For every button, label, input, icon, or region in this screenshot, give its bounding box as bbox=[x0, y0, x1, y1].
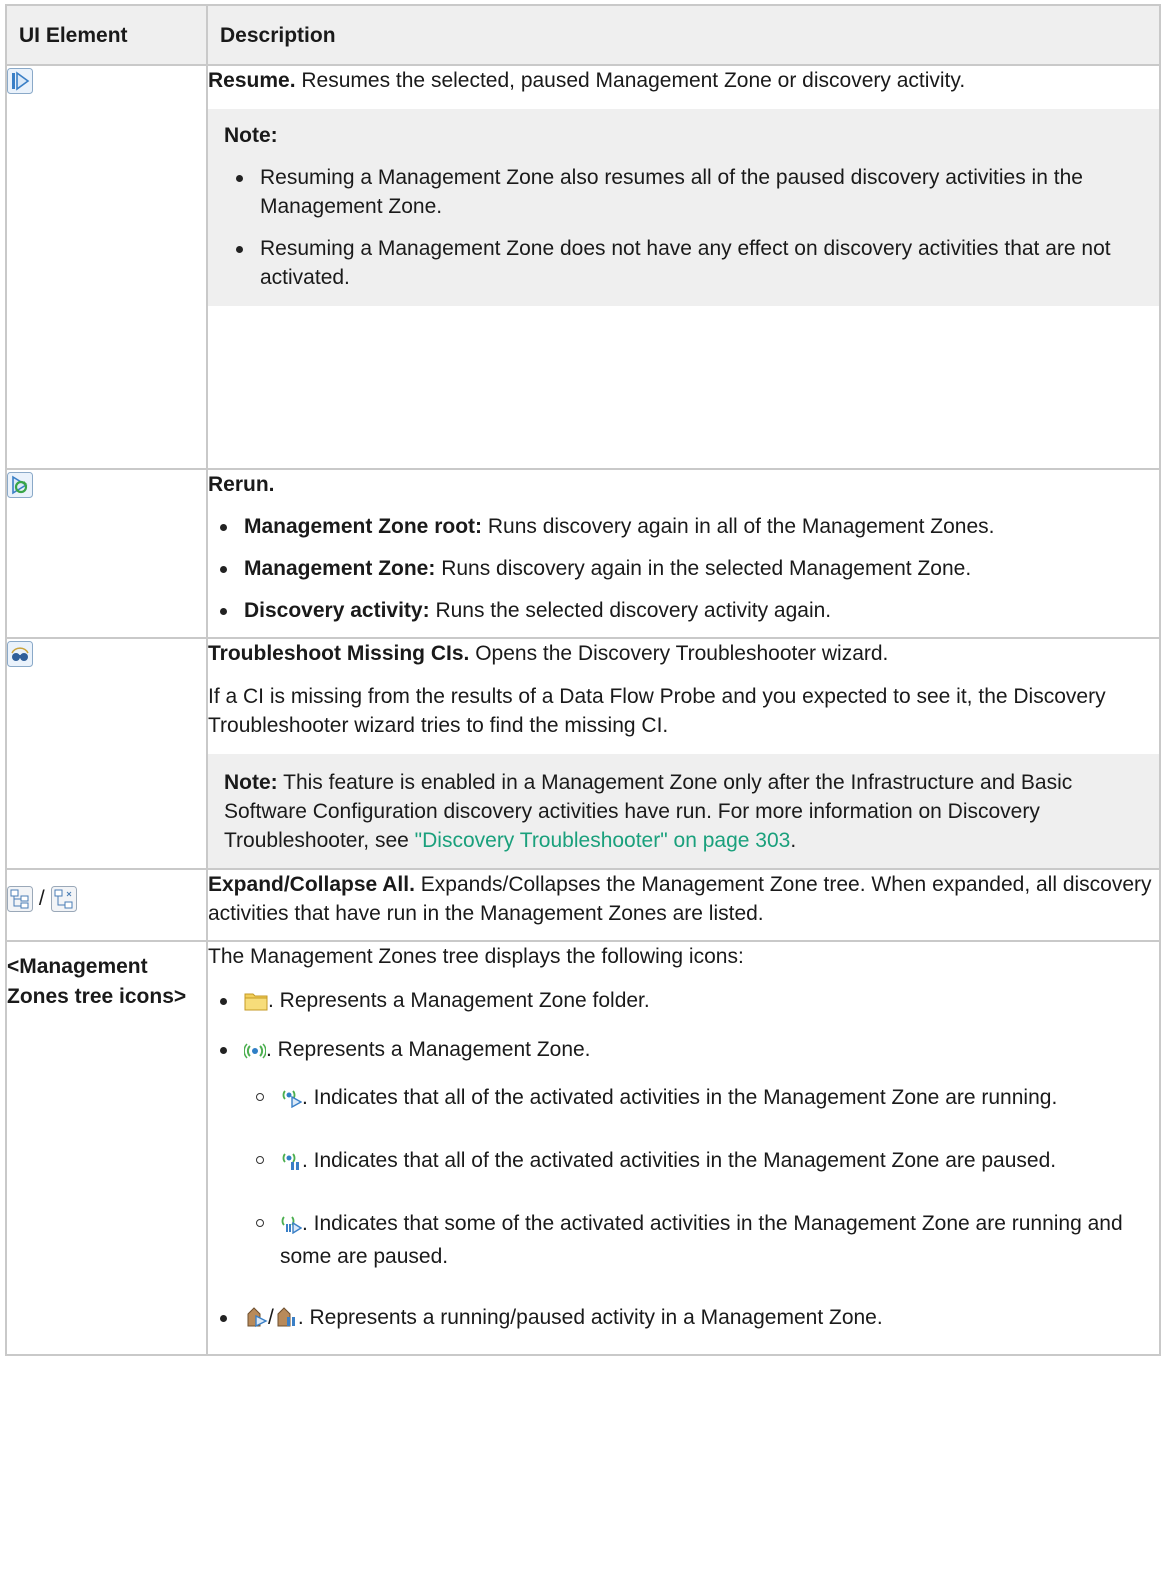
rerun-icon[interactable] bbox=[7, 472, 33, 499]
header-ui-element: UI Element bbox=[5, 4, 208, 66]
discovery-troubleshooter-link[interactable]: "Discovery Troubleshooter" on page 303 bbox=[415, 829, 791, 852]
list-item: . Indicates that some of the activated a… bbox=[244, 1209, 1159, 1271]
table-row-tree-icons: <Management Zones tree icons> The Manage… bbox=[5, 940, 1161, 1356]
list-item: . Represents a Management Zone. . Indica… bbox=[208, 1035, 1159, 1271]
list-item: Resuming a Management Zone also resumes … bbox=[224, 163, 1145, 221]
zone-mixed-icon bbox=[280, 1213, 303, 1242]
resume-description: Resume. Resumes the selected, paused Man… bbox=[208, 69, 966, 92]
zone-running-icon bbox=[280, 1087, 303, 1116]
table-row-rerun: Rerun. Management Zone root: Runs discov… bbox=[5, 468, 1161, 639]
table-header-row: UI Element Description bbox=[5, 4, 1161, 66]
expand-collapse-separator: / bbox=[33, 887, 51, 910]
table-row-resume: Resume. Resumes the selected, paused Man… bbox=[5, 64, 1161, 470]
zone-state-list: . Indicates that all of the activated ac… bbox=[244, 1083, 1159, 1271]
table-row-expand-collapse: / Expand/Collapse All. Expands/Collapses… bbox=[5, 868, 1161, 942]
resume-note: Note: Resuming a Management Zone also re… bbox=[208, 109, 1161, 306]
expand-collapse-description: Expand/Collapse All. Expands/Collapses t… bbox=[208, 873, 1152, 925]
tree-intro: The Management Zones tree displays the f… bbox=[208, 945, 744, 968]
rerun-title: Rerun. bbox=[208, 473, 275, 496]
troubleshoot-note: Note: This feature is enabled in a Manag… bbox=[208, 754, 1161, 868]
rerun-list: Management Zone root: Runs discovery aga… bbox=[208, 512, 1159, 625]
list-item: Management Zone: Runs discovery again in… bbox=[208, 554, 1159, 583]
list-item: . Indicates that all of the activated ac… bbox=[244, 1146, 1159, 1179]
list-item: Management Zone root: Runs discovery aga… bbox=[208, 512, 1159, 541]
activity-paused-icon bbox=[274, 1306, 298, 1336]
activity-running-icon bbox=[244, 1306, 268, 1336]
troubleshoot-description: Troubleshoot Missing CIs. Opens the Disc… bbox=[208, 642, 889, 665]
note-label: Note: bbox=[224, 124, 278, 147]
tree-icon-list: . Represents a Management Zone folder. .… bbox=[208, 986, 1159, 1336]
list-item: . Indicates that all of the activated ac… bbox=[244, 1083, 1159, 1116]
binoculars-icon[interactable] bbox=[7, 641, 33, 668]
table-row-troubleshoot: Troubleshoot Missing CIs. Opens the Disc… bbox=[5, 637, 1161, 870]
header-description: Description bbox=[206, 4, 1161, 66]
resume-icon[interactable] bbox=[7, 68, 33, 95]
list-item: Discovery activity: Runs the selected di… bbox=[208, 596, 1159, 625]
list-item: Resuming a Management Zone does not have… bbox=[224, 234, 1145, 292]
list-item: /. Represents a running/paused activity … bbox=[208, 1303, 1159, 1336]
list-item: . Represents a Management Zone folder. bbox=[208, 986, 1159, 1019]
zone-paused-icon bbox=[280, 1150, 302, 1179]
folder-icon bbox=[244, 990, 268, 1019]
management-zone-icon bbox=[243, 1039, 267, 1068]
tree-icons-label: <Management Zones tree icons> bbox=[7, 955, 187, 1008]
troubleshoot-para: If a CI is missing from the results of a… bbox=[208, 685, 1106, 737]
expand-all-icon[interactable] bbox=[7, 886, 33, 913]
collapse-all-icon[interactable] bbox=[50, 886, 77, 913]
ui-elements-table: UI Element Description Resume. Resumes t… bbox=[5, 4, 1161, 1356]
